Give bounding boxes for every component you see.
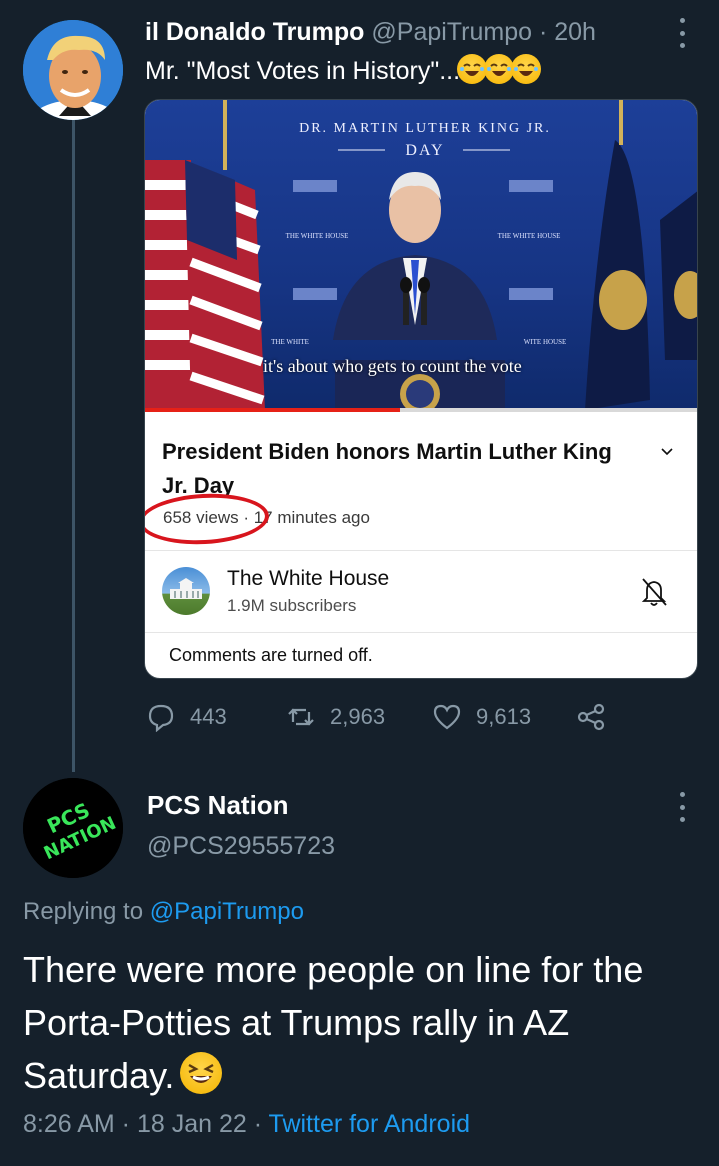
video-thumbnail[interactable]: DR. MARTIN LUTHER KING JR. DAY THE WHITE… (145, 100, 697, 412)
svg-text:THE WHITE HOUSE: THE WHITE HOUSE (498, 232, 561, 240)
channel-name[interactable]: The White House (227, 567, 389, 591)
video-caption: it's about who gets to count the vote (263, 356, 522, 376)
notifications-off-bell-icon[interactable] (639, 576, 669, 608)
reply-time: 8:26 AM (23, 1110, 115, 1138)
video-progress-bar[interactable] (145, 408, 697, 412)
tweet-time[interactable]: 20h (554, 18, 596, 46)
upload-age: 17 minutes ago (253, 508, 370, 527)
replying-to-line: Replying to @PapiTrumpo (23, 898, 304, 926)
reply-metadata: 8:26 AM · 18 Jan 22 · Twitter for Androi… (23, 1110, 470, 1139)
laughing-emoji-icon (484, 54, 515, 84)
reply-button[interactable]: 443 (146, 700, 227, 734)
video-title: President Biden honors Martin Luther Kin… (162, 439, 612, 498)
tweet-text-content: Mr. "Most Votes in History"... (145, 57, 461, 85)
more-options-icon[interactable] (677, 792, 687, 822)
avatar-papitrumpo[interactable] (23, 20, 123, 120)
heart-icon (433, 704, 461, 730)
video-progress-fill (145, 408, 400, 412)
svg-text:THE WHITE: THE WHITE (271, 338, 309, 346)
subscriber-count: 1.9M subscribers (227, 596, 357, 615)
like-count: 9,613 (476, 704, 532, 729)
more-options-icon[interactable] (677, 18, 687, 48)
reply-client[interactable]: Twitter for Android (269, 1110, 470, 1138)
reply-text: There were more people on line for the P… (23, 943, 703, 1102)
header-separator: · (532, 18, 555, 46)
reply-icon (148, 704, 174, 732)
tweet-header: il Donaldo Trumpo @PapiTrumpo · 20h (145, 15, 699, 49)
reply-date: 18 Jan 22 (136, 1110, 247, 1138)
avatar-pcs-nation[interactable]: PCS NATION (23, 778, 123, 878)
svg-text:WITE HOUSE: WITE HOUSE (524, 338, 567, 346)
reply-count: 443 (190, 704, 227, 729)
divider (145, 550, 697, 551)
author-name[interactable]: il Donaldo Trumpo (145, 18, 364, 46)
channel-avatar[interactable] (162, 567, 210, 615)
avatar-image (23, 20, 123, 120)
svg-text:THE WHITE HOUSE: THE WHITE HOUSE (286, 232, 349, 240)
divider (145, 632, 697, 633)
reply-author-handle[interactable]: @PCS29555723 (147, 832, 335, 861)
author-handle[interactable]: @PapiTrumpo (371, 18, 532, 46)
banner-top: DR. MARTIN LUTHER KING JR. (299, 121, 551, 136)
chevron-down-icon[interactable] (660, 445, 674, 459)
share-button[interactable] (576, 700, 620, 734)
retweet-icon (288, 708, 314, 726)
retweet-button[interactable]: 2,963 (286, 700, 385, 734)
meta-separator: · (246, 1110, 269, 1138)
thread-connector-line (72, 118, 75, 772)
reply-text-content: There were more people on line for the P… (23, 949, 644, 1096)
replying-prefix: Replying to (23, 898, 150, 925)
white-house-icon (170, 578, 202, 599)
pcs-nation-logo: PCS NATION (23, 778, 123, 878)
comments-disabled-notice: Comments are turned off. (169, 645, 373, 665)
like-button[interactable]: 9,613 (432, 700, 531, 734)
embedded-youtube-screenshot[interactable]: DR. MARTIN LUTHER KING JR. DAY THE WHITE… (144, 99, 698, 679)
svg-text:DAY: DAY (405, 142, 444, 159)
share-icon (577, 703, 605, 731)
laughing-emoji-icon (457, 54, 488, 84)
replying-to-mention[interactable]: @PapiTrumpo (150, 898, 304, 925)
reply-author-name[interactable]: PCS Nation (147, 790, 289, 821)
tweet-text: Mr. "Most Votes in History"... (145, 54, 542, 88)
retweet-count: 2,963 (330, 704, 386, 729)
meta-separator: · (114, 1110, 137, 1138)
laughing-emoji-icon (511, 54, 542, 84)
grinning-squinting-emoji-icon (180, 1052, 223, 1094)
